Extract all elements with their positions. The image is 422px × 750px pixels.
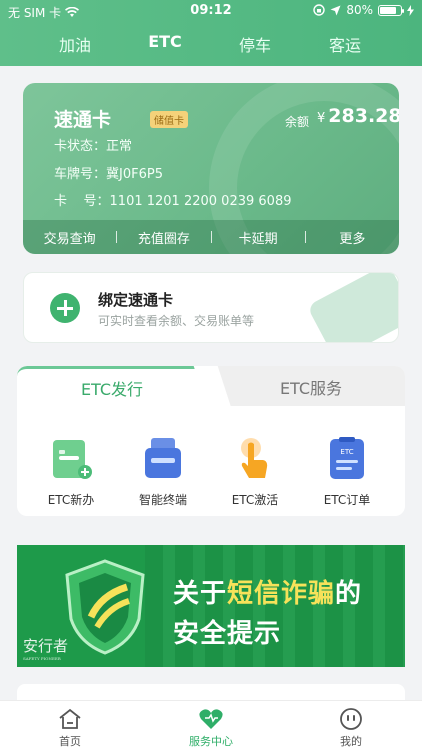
etc-activate-icon: [241, 438, 268, 478]
add-icon: [50, 293, 80, 323]
banner-subheadline: 安全提示: [173, 619, 282, 649]
etc-activate-label: ETC激活: [231, 493, 279, 507]
home-icon: [59, 708, 81, 729]
battery-percent: 80%: [346, 3, 373, 17]
etc-services-panel: ETC发行 ETC服务 ETC新办 智能终端 ETC激活 ETC ETC订单: [17, 366, 405, 516]
etc-new-item[interactable]: ETC新办: [31, 436, 111, 508]
tab-coach[interactable]: 客运: [305, 32, 385, 56]
location-icon: [330, 5, 341, 15]
banner-logo-subtext: SAFETY PIONEER: [23, 656, 61, 661]
svg-text:ETC: ETC: [340, 448, 353, 456]
card-illustration-icon: [306, 273, 398, 342]
bottom-tab-bar: 首页 服务中心 我的: [0, 700, 422, 750]
status-right: 80%: [313, 3, 414, 17]
heart-icon: [199, 709, 223, 729]
smart-terminal-item[interactable]: 智能终端: [123, 436, 203, 508]
headline-highlight: 短信诈骗: [227, 579, 336, 609]
etc-order-label: ETC订单: [323, 493, 371, 507]
tab-mine-label: 我的: [340, 735, 362, 748]
tab-home[interactable]: 首页: [20, 707, 120, 749]
bind-card-title: 绑定速通卡: [98, 291, 174, 309]
shield-icon: [65, 559, 145, 655]
banner-headline: 关于短信诈骗的: [173, 573, 362, 610]
recharge-button[interactable]: 充值圈存: [117, 228, 210, 247]
security-notice-banner[interactable]: 关于短信诈骗的 安全提示 安行者 SAFETY PIONEER: [17, 545, 405, 667]
headline-part-3: 的: [335, 579, 363, 609]
tab-service-center-label: 服务中心: [189, 735, 233, 748]
header: 无 SIM 卡 09:12 80% 加油 ETC 停车 客运: [0, 0, 422, 66]
tab-etc[interactable]: ETC: [125, 32, 205, 51]
card-extend-button[interactable]: 卡延期: [212, 228, 305, 247]
tab-etc-service[interactable]: ETC服务: [217, 366, 405, 406]
bind-card-subtitle: 可实时查看余额、交易账单等: [98, 314, 255, 328]
etc-activate-item[interactable]: ETC激活: [215, 436, 295, 508]
charging-icon: [407, 4, 414, 16]
profile-icon: [340, 708, 362, 730]
more-button[interactable]: 更多: [306, 228, 399, 247]
bind-card-panel[interactable]: 绑定速通卡 可实时查看余额、交易账单等: [23, 272, 399, 343]
tab-parking[interactable]: 停车: [215, 32, 295, 56]
card-number-label: 卡 号：: [54, 194, 110, 209]
banner-logo: 安行者 SAFETY PIONEER: [23, 635, 68, 661]
card-actions: 交易查询 充值圈存 卡延期 更多: [23, 220, 399, 254]
etc-new-label: ETC新办: [47, 493, 95, 507]
balance-amount: 283.28: [328, 105, 399, 127]
card-number-row: 卡 号：1101 1201 2200 0239 6089: [54, 190, 291, 209]
tab-etc-issue[interactable]: ETC发行: [17, 366, 207, 408]
balance-value[interactable]: ¥283.28: [317, 105, 399, 127]
smart-terminal-icon: [145, 438, 181, 478]
smart-terminal-label: 智能终端: [138, 493, 187, 507]
tab-mine[interactable]: 我的: [301, 707, 401, 749]
status-bar: 无 SIM 卡 09:12 80%: [0, 0, 422, 22]
tab-fuel[interactable]: 加油: [35, 32, 115, 56]
card-status: 卡状态：正常: [54, 139, 133, 154]
balance-label: 余额: [285, 115, 310, 129]
tab-home-label: 首页: [59, 735, 81, 748]
card-title: 速通卡: [54, 109, 112, 131]
currency-symbol: ¥: [317, 111, 326, 126]
card-type-badge: 储值卡: [150, 111, 188, 128]
tab-service-center[interactable]: 服务中心: [161, 707, 261, 749]
orientation-lock-icon: [313, 4, 326, 16]
transaction-query-button[interactable]: 交易查询: [23, 228, 116, 247]
etc-card[interactable]: 速通卡 储值卡 余额 ¥283.28 卡状态：正常 车牌号：冀J0F6P5 卡 …: [23, 83, 399, 254]
banner-logo-text: 安行者: [23, 637, 69, 655]
etc-order-item[interactable]: ETC ETC订单: [307, 436, 387, 508]
battery-icon: [378, 4, 404, 16]
etc-new-icon: [53, 440, 92, 479]
card-plate: 车牌号：冀J0F6P5: [54, 167, 163, 182]
top-tabs: 加油 ETC 停车 客运: [0, 28, 422, 60]
headline-part-1: 关于: [173, 579, 228, 609]
etc-order-icon: ETC: [330, 437, 364, 479]
card-number: 1101 1201 2200 0239 6089: [109, 194, 292, 209]
